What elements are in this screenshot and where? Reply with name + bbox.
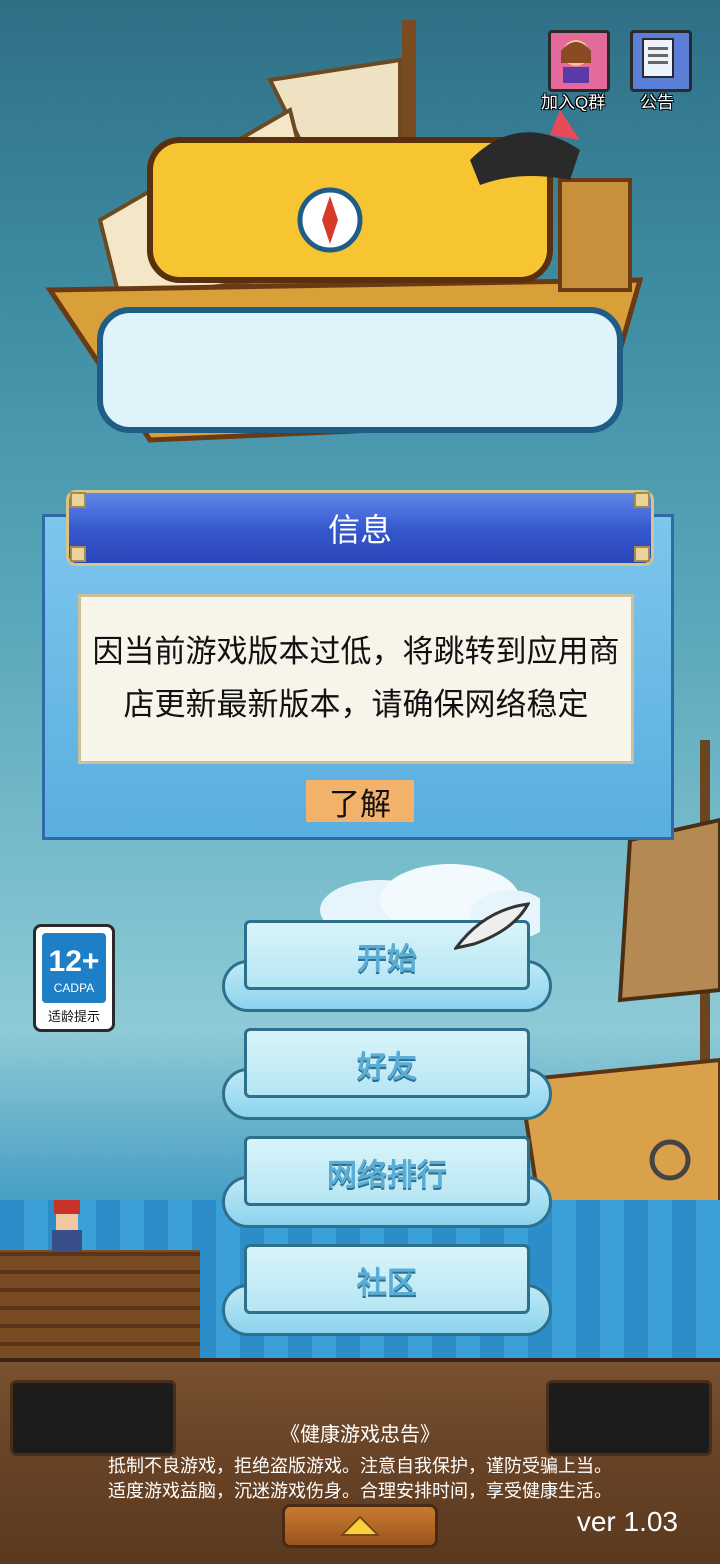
age-rating-panel: 12+ CADPA (42, 933, 106, 1003)
age-rating-badge: 12+ CADPA 适龄提示 (33, 924, 115, 1032)
online-ranking-button[interactable]: 网络排行 (222, 1136, 552, 1228)
dialog-header: 信息 (66, 490, 654, 566)
dialog-corner-ornament (70, 492, 86, 508)
expand-up-button[interactable] (282, 1504, 438, 1548)
wooden-dock (0, 1250, 200, 1360)
version-label: ver 1.03 (576, 1506, 678, 1537)
join-qq-group-button[interactable] (548, 30, 610, 92)
ok-button[interactable]: 了解 (306, 780, 414, 823)
avatar-icon (561, 40, 591, 83)
community-label: 社区 (357, 1266, 417, 1301)
pirate-character (52, 1200, 82, 1252)
dialog-title: 信息 (327, 511, 392, 549)
announcement-label: 公告 (640, 93, 674, 112)
triangle-up-icon (339, 1515, 381, 1536)
dialog-corner-ornament (634, 492, 650, 508)
health-notice-title: 《健康游戏忠告》 (280, 1422, 440, 1446)
join-qq-group-label: 加入Q群 (541, 93, 606, 112)
health-notice-line: 抵制不良游戏，拒绝盗版游戏。注意自我保护，谨防受骗上当。 (108, 1456, 612, 1477)
online-ranking-label: 网络排行 (327, 1158, 447, 1193)
health-notice-line: 适度游戏益脑，沉迷游戏伤身。合理安排时间，享受健康生活。 (108, 1481, 612, 1502)
friends-label: 好友 (357, 1050, 417, 1085)
friends-button[interactable]: 好友 (222, 1028, 552, 1120)
dialog-message-box: 因当前游戏版本过低，将跳转到应用商店更新最新版本，请确保网络稳定 (78, 594, 634, 764)
dialog-corner-ornament (634, 546, 650, 562)
age-rating-number: 12+ (48, 945, 100, 978)
age-rating-caption: 适龄提示 (47, 1010, 100, 1025)
notice-document-icon (642, 38, 674, 78)
dialog-corner-ornament (70, 546, 86, 562)
announcement-button[interactable] (630, 30, 692, 92)
age-rating-org: CADPA (53, 981, 95, 995)
dialog-message: 因当前游戏版本过低，将跳转到应用商店更新最新版本，请确保网络稳定 (92, 634, 620, 723)
community-button[interactable]: 社区 (222, 1244, 552, 1336)
feather-quill-icon (454, 902, 530, 950)
